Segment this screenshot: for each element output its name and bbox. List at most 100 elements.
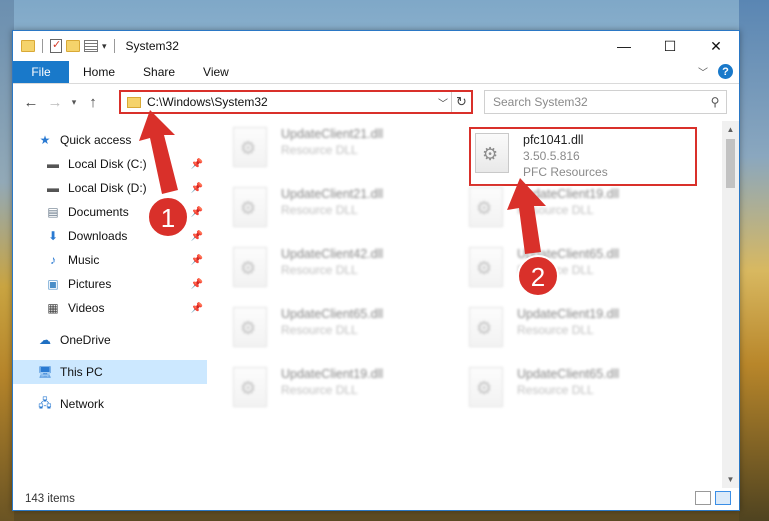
dll-file-icon: ⚙ [469,367,503,407]
list-item[interactable]: ⚙ UpdateClient65.dll Resource DLL [233,303,463,355]
maximize-button[interactable]: ☐ [647,31,693,61]
details-view-icon[interactable] [695,491,711,505]
minimize-button[interactable]: — [601,31,647,61]
list-item[interactable]: ⚙ UpdateClient65.dll Resource DLL [469,243,699,295]
pin-icon[interactable]: 📌 [191,183,203,194]
back-arrow-icon[interactable]: ← [19,94,43,111]
list-item[interactable]: ⚙ UpdateClient42.dll Resource DLL [233,243,463,295]
pin-icon[interactable]: 📌 [191,303,203,314]
up-arrow-icon[interactable]: ↑ [81,94,105,111]
view-toggle [695,491,731,505]
file-name: UpdateClient65.dll [517,367,620,381]
pin-icon[interactable]: 📌 [191,159,203,170]
scroll-down-icon[interactable]: ▼ [722,471,739,488]
file-description: Resource DLL [517,323,594,337]
dll-file-icon: ⚙ [469,247,503,287]
address-path[interactable]: C:\Windows\System32 [147,95,435,109]
file-name: UpdateClient19.dll [517,187,620,201]
sidebar-item-this-pc[interactable]: 🖥 This PC [13,360,207,384]
desktop-background-right [739,0,769,521]
scroll-up-icon[interactable]: ▲ [722,121,739,138]
sidebar-item-pictures[interactable]: ▣ Pictures 📌 [13,272,207,296]
properties-check-icon[interactable] [50,38,62,53]
address-dropdown-icon[interactable]: ﹀ [435,95,451,110]
dll-file-icon: ⚙ [233,247,267,287]
dll-file-icon: ⚙ [469,187,503,227]
search-input[interactable]: Search System32 [485,95,704,109]
file-description: Resource DLL [281,203,358,217]
customize-toolbar-icon[interactable]: ▾ [102,41,107,52]
tab-home[interactable]: Home [69,61,129,83]
address-bar[interactable]: C:\Windows\System32 ﹀ ↻ [119,90,473,114]
sidebar-item-downloads[interactable]: ⬇ Downloads 📌 [13,224,207,248]
recent-locations-icon[interactable]: ▾ [67,97,81,108]
dll-file-icon: ⚙ [233,307,267,347]
network-icon: 🖧 [38,395,52,410]
pictures-icon: ▣ [47,277,59,291]
sidebar-item-local-disk-c[interactable]: ▬ Local Disk (C:) 📌 [13,152,207,176]
pin-icon[interactable]: 📌 [191,207,203,218]
tab-share[interactable]: Share [129,61,189,83]
sidebar-item-network[interactable]: 🖧 Network [13,392,207,416]
forward-arrow-icon[interactable]: → [43,94,67,111]
scroll-thumb[interactable] [726,139,735,188]
file-list: ⚙ UpdateClient21.dll Resource DLL ⚙ Updat… [207,121,739,488]
item-count: 143 items [25,493,75,505]
sidebar-item-music[interactable]: ♪ Music 📌 [13,248,207,272]
tab-file[interactable]: File [13,61,69,83]
list-item[interactable]: ⚙ UpdateClient65.dll Resource DLL [469,363,699,415]
list-item[interactable]: ⚙ UpdateClient19.dll Resource DLL [469,183,699,235]
pin-icon[interactable]: 📌 [191,279,203,290]
sidebar-item-label: Videos [68,301,105,315]
pin-icon[interactable]: 📌 [191,231,203,242]
sidebar-item-videos[interactable]: ▦ Videos 📌 [13,296,207,320]
sidebar-item-label: Documents [68,205,129,219]
search-box[interactable]: Search System32 ⚲ [484,90,727,114]
tiles-view-icon[interactable] [715,491,731,505]
list-item[interactable]: ⚙ UpdateClient19.dll Resource DLL [469,303,699,355]
sidebar-item-label: Pictures [68,277,112,291]
status-bar: 143 items [13,488,739,510]
list-item[interactable]: ⚙ UpdateClient21.dll Resource DLL [233,183,463,235]
sidebar-item-label: OneDrive [60,333,111,347]
file-description: Resource DLL [517,203,594,217]
sidebar-item-label: Network [60,397,105,411]
search-icon[interactable]: ⚲ [704,95,726,109]
new-folder-icon[interactable] [66,40,80,52]
dll-file-icon: ⚙ [233,187,267,227]
tab-view[interactable]: View [189,61,243,83]
window-title: System32 [125,39,179,53]
pin-icon[interactable]: 📌 [191,255,203,266]
properties-icon[interactable] [84,40,98,52]
dll-file-icon: ⚙ [233,367,267,407]
sidebar-item-label: Downloads [68,229,128,243]
list-item[interactable]: ⚙ UpdateClient19.dll Resource DLL [233,363,463,415]
window-controls: — ☐ ✕ [601,31,739,61]
file-description: Resource DLL [281,263,358,277]
file-name: UpdateClient65.dll [281,307,384,321]
sidebar-item-label: Music [68,253,100,267]
toolbar-separator [113,39,115,53]
close-button[interactable]: ✕ [693,31,739,61]
list-item-pfc1041[interactable]: ⚙ pfc1041.dll 3.50.5.816 PFC Resources [475,129,705,181]
sidebar-item-quick-access[interactable]: ★ Quick access [13,128,207,152]
expand-ribbon-icon[interactable]: ﹀ [698,64,708,79]
file-name: UpdateClient19.dll [281,367,384,381]
file-version: 3.50.5.816 [523,149,580,163]
sidebar-item-onedrive[interactable]: ☁ OneDrive [13,328,207,352]
refresh-icon[interactable]: ↻ [451,92,471,112]
list-item[interactable]: ⚙ UpdateClient21.dll Resource DLL [233,123,463,175]
sidebar-item-local-disk-d[interactable]: ▬ Local Disk (D:) 📌 [13,176,207,200]
help-icon[interactable]: ? [718,64,733,79]
music-icon: ♪ [50,253,56,267]
quick-access-toolbar: ▾ [13,38,118,53]
folder-icon [21,40,35,52]
vertical-scrollbar[interactable]: ▲ ▼ [722,121,739,488]
drive-icon: ▬ [47,181,59,195]
ribbon-tabs: File Home Share View ﹀ ? [13,61,739,84]
navigation-pane: ★ Quick access ▬ Local Disk (C:) 📌 ▬ Loc… [13,121,207,488]
sidebar-item-documents[interactable]: ▤ Documents 📌 [13,200,207,224]
dll-file-icon: ⚙ [233,127,267,167]
